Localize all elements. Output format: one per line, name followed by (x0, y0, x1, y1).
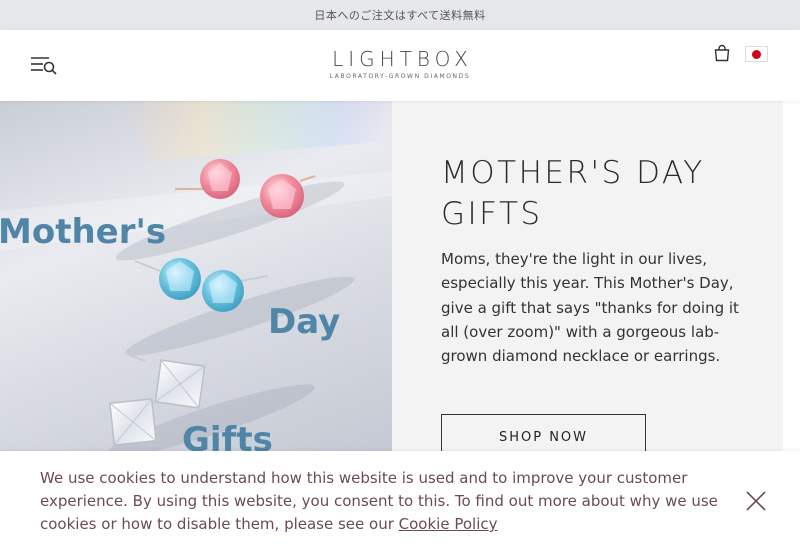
logo-wordmark: LIGHTBOX (332, 47, 473, 71)
hero-image[interactable]: Mother's Day Gifts (0, 101, 392, 461)
cookie-message: We use cookies to understand how this we… (40, 467, 730, 536)
cart-button[interactable] (713, 44, 731, 62)
hero-illustration: Mother's Day Gifts (0, 101, 392, 460)
hero-content: MOTHER'S DAY GIFTS Moms, they're the lig… (392, 101, 783, 461)
hero-title: MOTHER'S DAY GIFTS (441, 155, 705, 232)
close-icon (746, 491, 766, 511)
promo-text: 日本へのご注文はすべて送料無料 (314, 9, 486, 22)
cookie-banner: We use cookies to understand how this we… (0, 451, 800, 550)
logo-tagline: LABORATORY-GROWN DIAMONDS (329, 73, 471, 80)
site-logo[interactable]: LIGHTBOX LABORATORY-GROWN DIAMONDS (0, 47, 800, 80)
image-text-day: Day (268, 302, 340, 342)
cookie-text: We use cookies to understand how this we… (40, 469, 718, 533)
cookie-close-button[interactable] (746, 491, 766, 511)
hero-body: Moms, they're the light in our lives, es… (441, 250, 739, 366)
cookie-policy-link[interactable]: Cookie Policy (399, 515, 498, 533)
region-selector[interactable] (745, 46, 768, 62)
shopping-bag-icon (714, 44, 730, 62)
japan-flag-icon (752, 49, 761, 59)
image-text-mothers: Mother's (0, 212, 166, 252)
site-header: LIGHTBOX LABORATORY-GROWN DIAMONDS (0, 30, 800, 101)
promo-bar: 日本へのご注文はすべて送料無料 (0, 0, 800, 30)
